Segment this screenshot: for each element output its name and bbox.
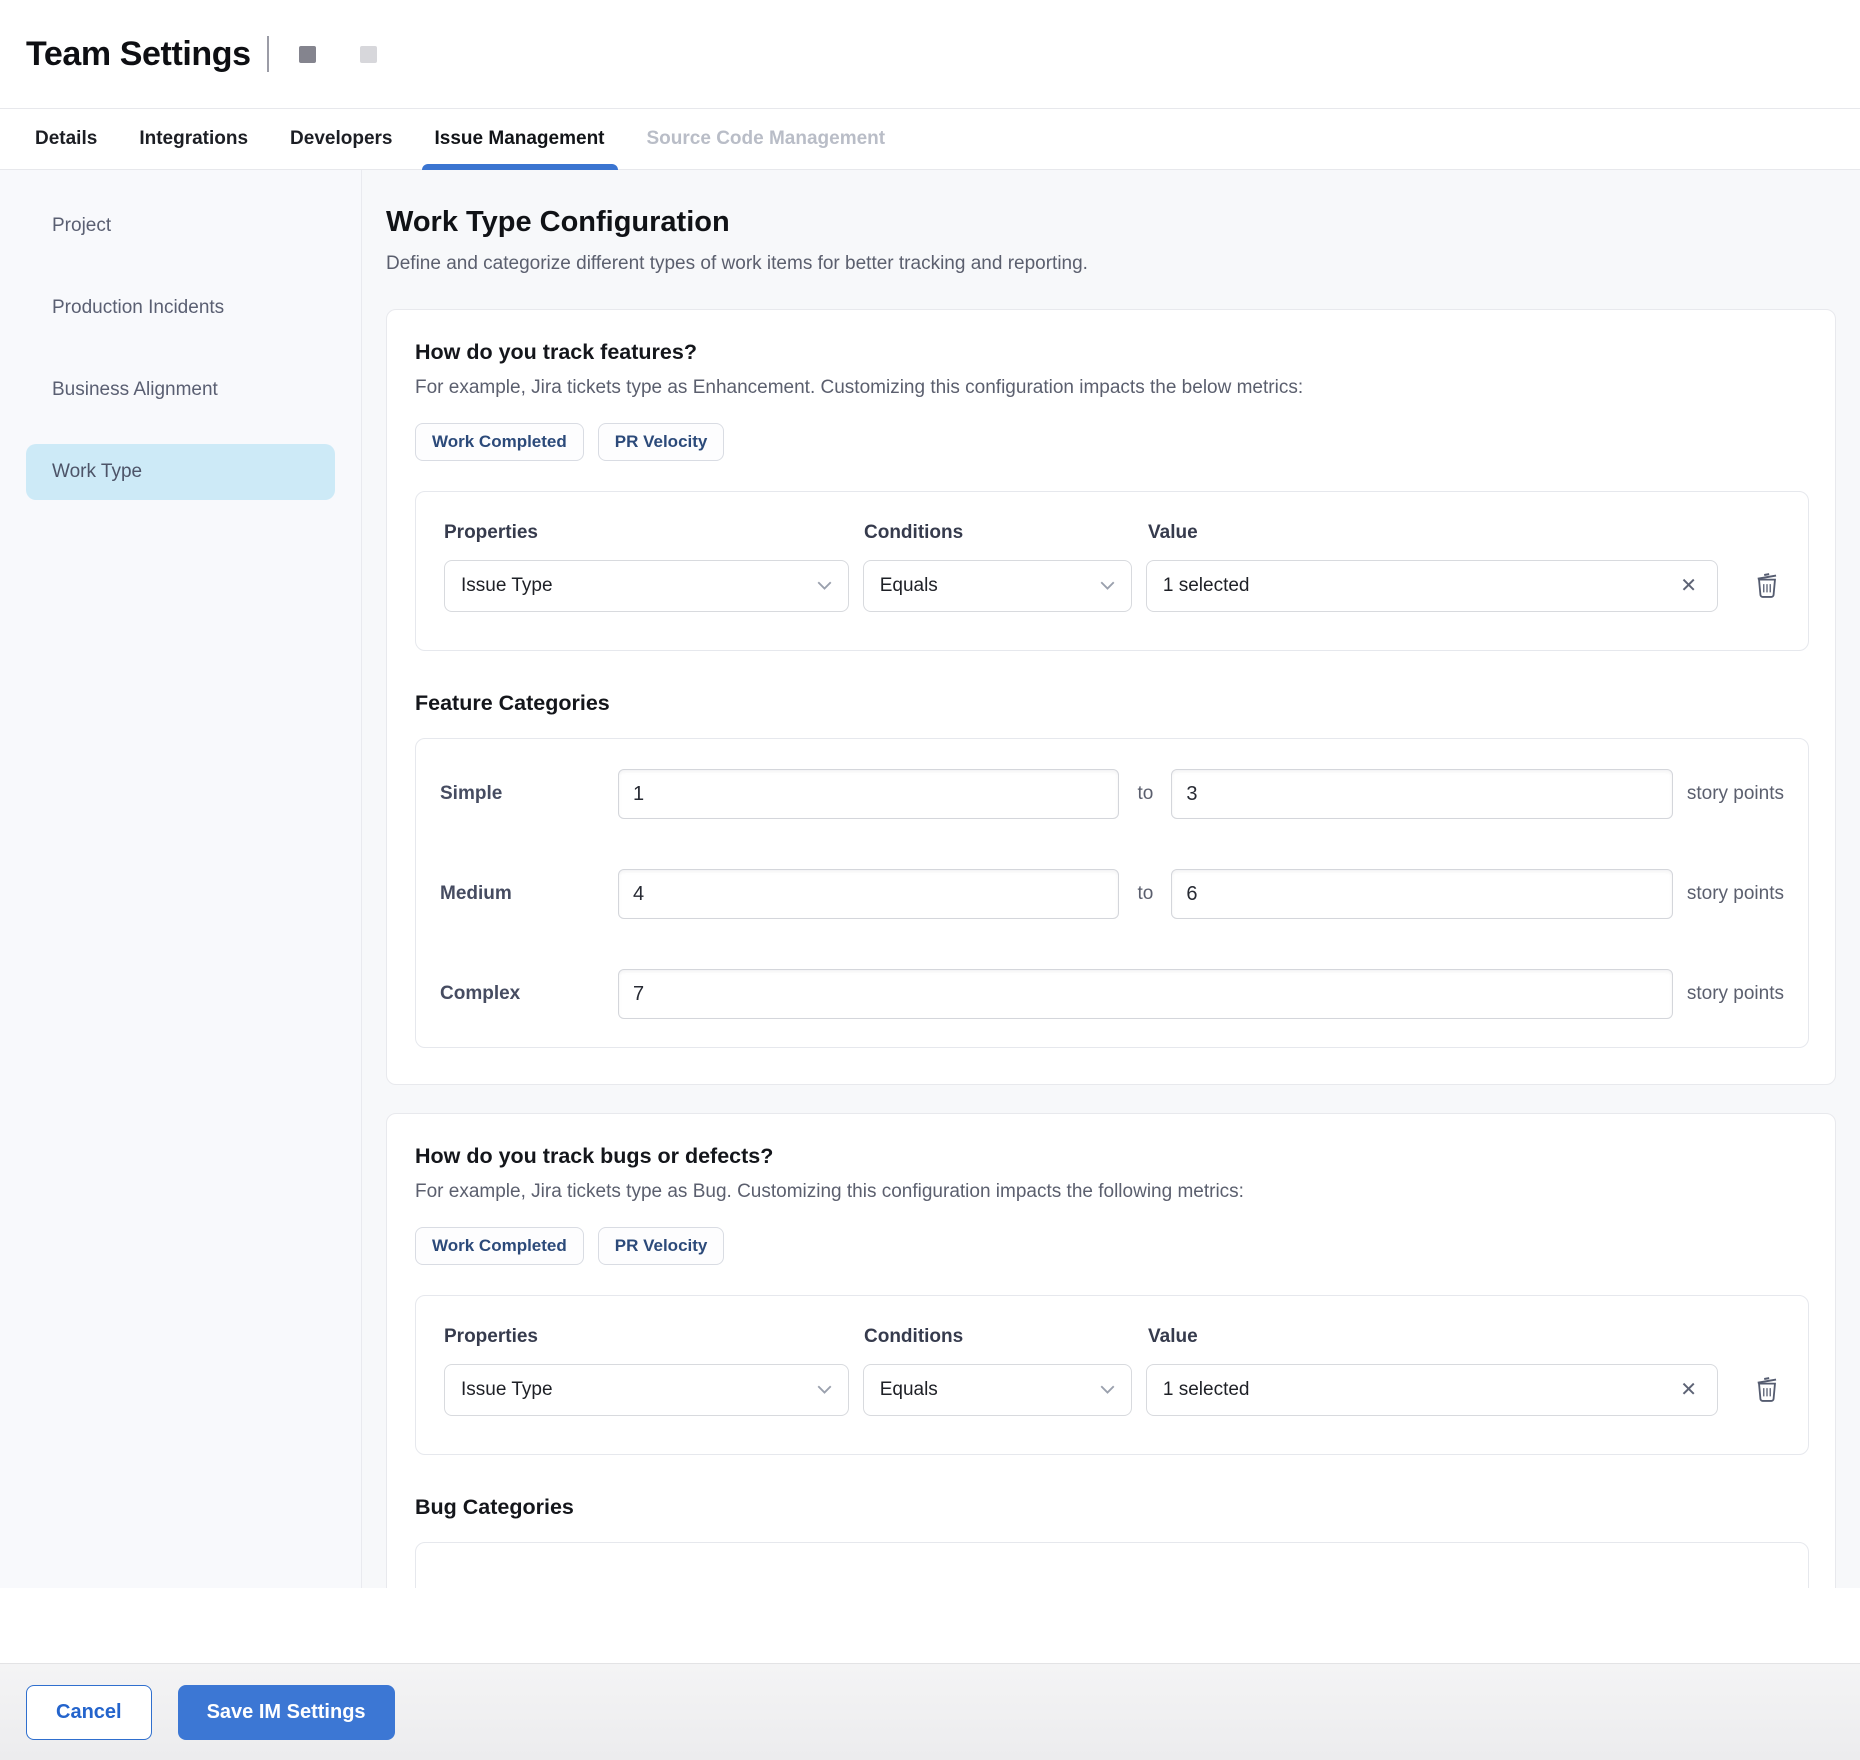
chevron-down-icon <box>817 1385 832 1395</box>
bugs-rule-panel: Properties Conditions Value Issue Type E… <box>415 1295 1809 1455</box>
save-im-settings-button[interactable]: Save IM Settings <box>178 1685 395 1740</box>
trash-icon <box>1754 571 1780 599</box>
clear-selection-icon[interactable]: ✕ <box>1676 572 1701 600</box>
metric-badge-work-completed: Work Completed <box>415 423 584 461</box>
conditions-column-header: Conditions <box>864 522 1134 544</box>
feature-categories-panel: Simple to story points Medium to story p… <box>415 738 1809 1048</box>
conditions-column-header: Conditions <box>864 1326 1134 1348</box>
features-question-description: For example, Jira tickets type as Enhanc… <box>415 377 1809 399</box>
category-row-medium: Medium to story points <box>440 869 1784 919</box>
category-row-complex: Complex story points <box>440 969 1784 1019</box>
properties-column-header: Properties <box>444 522 850 544</box>
story-points-unit-label: story points <box>1687 783 1784 805</box>
condition-select-value: Equals <box>880 1379 938 1401</box>
story-points-unit-label: story points <box>1687 883 1784 905</box>
simple-from-input[interactable] <box>618 769 1119 819</box>
category-label-medium: Medium <box>440 883 618 905</box>
medium-from-input[interactable] <box>618 869 1119 919</box>
tab-issue-management[interactable]: Issue Management <box>435 109 605 169</box>
bug-categories-panel <box>415 1542 1809 1588</box>
tab-details[interactable]: Details <box>35 109 97 169</box>
footer-action-bar: Cancel Save IM Settings <box>0 1663 1860 1760</box>
range-to-label: to <box>1119 783 1171 805</box>
rule-controls-row: Issue Type Equals 1 selected ✕ <box>444 1364 1780 1416</box>
bug-categories-title: Bug Categories <box>415 1495 1809 1520</box>
rule-column-headers: Properties Conditions Value <box>444 1326 1780 1348</box>
value-multiselect[interactable]: 1 selected ✕ <box>1146 560 1718 612</box>
page-header: Team Settings <box>0 0 1860 108</box>
bugs-card: How do you track bugs or defects? For ex… <box>386 1113 1836 1588</box>
cancel-button[interactable]: Cancel <box>26 1685 152 1740</box>
page-title: Team Settings <box>26 35 251 74</box>
title-divider <box>267 36 269 72</box>
metric-badge-pr-velocity: PR Velocity <box>598 423 725 461</box>
sidebar-item-project[interactable]: Project <box>26 198 335 254</box>
section-page-subtitle: Define and categorize different types of… <box>386 253 1836 275</box>
property-select-value: Issue Type <box>461 575 553 597</box>
simple-to-input[interactable] <box>1171 769 1672 819</box>
condition-select[interactable]: Equals <box>863 1364 1132 1416</box>
condition-select[interactable]: Equals <box>863 560 1132 612</box>
category-row-simple: Simple to story points <box>440 769 1784 819</box>
property-select[interactable]: Issue Type <box>444 560 849 612</box>
range-to-label: to <box>1119 883 1171 905</box>
tab-developers[interactable]: Developers <box>290 109 392 169</box>
team-badge-light-square <box>360 46 377 63</box>
category-label-simple: Simple <box>440 783 618 805</box>
value-selected-count: 1 selected <box>1163 575 1250 597</box>
metric-badge-pr-velocity: PR Velocity <box>598 1227 725 1265</box>
bugs-metric-badges: Work Completed PR Velocity <box>415 1227 1809 1265</box>
category-label-complex: Complex <box>440 983 618 1005</box>
medium-to-input[interactable] <box>1171 869 1672 919</box>
tab-source-code-management: Source Code Management <box>647 109 886 169</box>
condition-select-value: Equals <box>880 575 938 597</box>
settings-sidebar: Project Production Incidents Business Al… <box>0 170 362 1588</box>
features-question-title: How do you track features? <box>415 340 1809 365</box>
main-panel: Work Type Configuration Define and categ… <box>362 170 1860 1588</box>
sidebar-item-work-type[interactable]: Work Type <box>26 444 335 500</box>
rule-column-headers: Properties Conditions Value <box>444 522 1780 544</box>
features-rule-panel: Properties Conditions Value Issue Type E… <box>415 491 1809 651</box>
chevron-down-icon <box>817 581 832 591</box>
bugs-question-description: For example, Jira tickets type as Bug. C… <box>415 1181 1809 1203</box>
story-points-unit-label: story points <box>1687 983 1784 1005</box>
app-window: Team Settings Details Integrations Devel… <box>0 0 1860 1760</box>
tab-integrations[interactable]: Integrations <box>139 109 248 169</box>
value-selected-count: 1 selected <box>1163 1379 1250 1401</box>
value-column-header: Value <box>1148 522 1722 544</box>
complex-from-input[interactable] <box>618 969 1673 1019</box>
chevron-down-icon <box>1100 1385 1115 1395</box>
value-multiselect[interactable]: 1 selected ✕ <box>1146 1364 1718 1416</box>
value-column-header: Value <box>1148 1326 1722 1348</box>
delete-rule-button[interactable] <box>1754 571 1780 602</box>
features-card: How do you track features? For example, … <box>386 309 1836 1085</box>
chevron-down-icon <box>1100 581 1115 591</box>
feature-categories-title: Feature Categories <box>415 691 1809 716</box>
properties-column-header: Properties <box>444 1326 850 1348</box>
bottom-gap <box>0 1588 1860 1663</box>
bugs-question-title: How do you track bugs or defects? <box>415 1144 1809 1169</box>
trash-icon <box>1754 1375 1780 1403</box>
rule-controls-row: Issue Type Equals 1 selected ✕ <box>444 560 1780 612</box>
sidebar-item-business-alignment[interactable]: Business Alignment <box>26 362 335 418</box>
property-select[interactable]: Issue Type <box>444 1364 849 1416</box>
section-page-title: Work Type Configuration <box>386 206 1836 239</box>
property-select-value: Issue Type <box>461 1379 553 1401</box>
delete-rule-button[interactable] <box>1754 1375 1780 1406</box>
sidebar-item-production-incidents[interactable]: Production Incidents <box>26 280 335 336</box>
features-metric-badges: Work Completed PR Velocity <box>415 423 1809 461</box>
content-area: Project Production Incidents Business Al… <box>0 170 1860 1588</box>
metric-badge-work-completed: Work Completed <box>415 1227 584 1265</box>
team-badge-dark-square <box>299 46 316 63</box>
settings-tabbar: Details Integrations Developers Issue Ma… <box>0 108 1860 170</box>
clear-selection-icon[interactable]: ✕ <box>1676 1376 1701 1404</box>
